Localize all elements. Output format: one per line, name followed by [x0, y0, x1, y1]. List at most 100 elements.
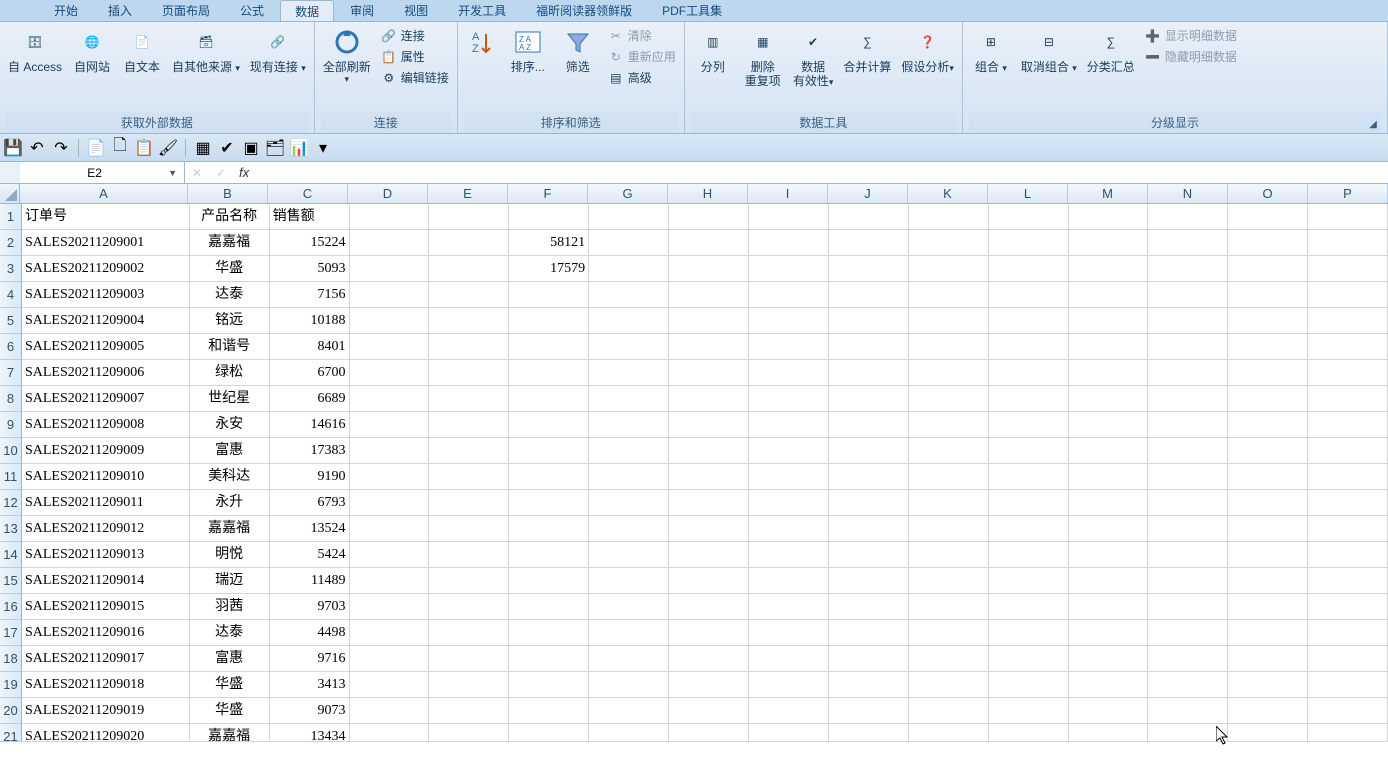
cell[interactable]: [1148, 620, 1228, 646]
cell[interactable]: [350, 282, 430, 308]
cell[interactable]: 17383: [270, 438, 350, 464]
cell[interactable]: [1069, 646, 1149, 672]
col-header-L[interactable]: L: [988, 184, 1068, 203]
cell[interactable]: [669, 542, 749, 568]
cell[interactable]: SALES20211209002: [22, 256, 190, 282]
cell[interactable]: 6689: [270, 386, 350, 412]
cell[interactable]: [429, 490, 509, 516]
cell[interactable]: [1148, 568, 1228, 594]
cell[interactable]: [749, 230, 829, 256]
cell[interactable]: [429, 256, 509, 282]
cell[interactable]: [509, 334, 589, 360]
ext-data-button-0[interactable]: 🗄自 Access: [6, 24, 64, 76]
cell[interactable]: [350, 568, 430, 594]
cell[interactable]: [1308, 230, 1388, 256]
cell[interactable]: [1228, 594, 1308, 620]
cell[interactable]: [589, 594, 669, 620]
cell[interactable]: 13524: [270, 516, 350, 542]
cell[interactable]: [669, 230, 749, 256]
edit-links-button[interactable]: ⚙编辑链接: [379, 68, 451, 87]
tab-6[interactable]: 视图: [390, 0, 442, 21]
cell[interactable]: [429, 646, 509, 672]
cell[interactable]: [669, 724, 749, 742]
cell[interactable]: [350, 490, 430, 516]
cell[interactable]: [829, 464, 909, 490]
qat5-button[interactable]: ▦: [194, 139, 212, 157]
cell[interactable]: [749, 204, 829, 230]
sort-asc-button[interactable]: AZ: [464, 24, 500, 62]
ext-data-button-2[interactable]: 📄自文本: [120, 24, 164, 76]
cell[interactable]: [1308, 568, 1388, 594]
cell[interactable]: [909, 334, 989, 360]
cell[interactable]: [1069, 698, 1149, 724]
data-tool-button-0[interactable]: ▥分列: [691, 24, 735, 76]
cell[interactable]: [1228, 386, 1308, 412]
cell[interactable]: [669, 308, 749, 334]
cell[interactable]: [1069, 256, 1149, 282]
dropdown-icon[interactable]: ▼: [165, 168, 180, 178]
cell[interactable]: [1069, 724, 1149, 742]
cell[interactable]: [909, 412, 989, 438]
row-header[interactable]: 16: [0, 594, 22, 620]
cell[interactable]: [589, 672, 669, 698]
cell[interactable]: [509, 568, 589, 594]
cell[interactable]: [749, 594, 829, 620]
refresh-all-button[interactable]: 全部刷新 ▾: [321, 24, 373, 87]
fx-icon[interactable]: fx: [233, 165, 255, 180]
cell[interactable]: [669, 464, 749, 490]
cell[interactable]: [909, 204, 989, 230]
cell[interactable]: [669, 646, 749, 672]
cell[interactable]: [1148, 672, 1228, 698]
print-preview-button[interactable]: 📄: [87, 139, 105, 157]
cell[interactable]: [350, 516, 430, 542]
cell[interactable]: [669, 438, 749, 464]
cell[interactable]: [589, 568, 669, 594]
cell[interactable]: 华盛: [190, 256, 270, 282]
cell[interactable]: [1148, 230, 1228, 256]
outline-button-0[interactable]: ⊞组合 ▾: [969, 24, 1013, 76]
cell[interactable]: [429, 308, 509, 334]
row-header[interactable]: 7: [0, 360, 22, 386]
col-header-O[interactable]: O: [1228, 184, 1308, 203]
cell[interactable]: [1308, 282, 1388, 308]
enter-icon[interactable]: ✓: [209, 166, 233, 180]
cell[interactable]: [1308, 620, 1388, 646]
cell[interactable]: [509, 516, 589, 542]
cell[interactable]: [589, 334, 669, 360]
tab-4[interactable]: 数据: [280, 0, 334, 21]
cell[interactable]: [429, 698, 509, 724]
ext-data-button-1[interactable]: 🌐自网站: [70, 24, 114, 76]
cell[interactable]: 瑞迈: [190, 568, 270, 594]
cell[interactable]: 8401: [270, 334, 350, 360]
row-header[interactable]: 2: [0, 230, 22, 256]
cell[interactable]: [749, 308, 829, 334]
cell[interactable]: 铭远: [190, 308, 270, 334]
cell[interactable]: 11489: [270, 568, 350, 594]
cell[interactable]: SALES20211209007: [22, 386, 190, 412]
cell[interactable]: [509, 438, 589, 464]
tab-9[interactable]: PDF工具集: [648, 0, 736, 21]
cell[interactable]: [509, 490, 589, 516]
cell[interactable]: [589, 230, 669, 256]
cell[interactable]: SALES20211209010: [22, 464, 190, 490]
cell[interactable]: [1228, 542, 1308, 568]
cell[interactable]: [829, 516, 909, 542]
format-painter-button[interactable]: 🖌: [159, 139, 177, 157]
cell[interactable]: [1228, 646, 1308, 672]
cell[interactable]: [1228, 516, 1308, 542]
cell[interactable]: [589, 308, 669, 334]
cell[interactable]: [829, 256, 909, 282]
cell[interactable]: [989, 360, 1069, 386]
cell[interactable]: [909, 568, 989, 594]
cell[interactable]: 永升: [190, 490, 270, 516]
row-header[interactable]: 9: [0, 412, 22, 438]
cell[interactable]: SALES20211209012: [22, 516, 190, 542]
cell[interactable]: [749, 386, 829, 412]
tab-0[interactable]: 开始: [40, 0, 92, 21]
cell[interactable]: [989, 282, 1069, 308]
cell[interactable]: SALES20211209006: [22, 360, 190, 386]
cell[interactable]: [429, 386, 509, 412]
cell[interactable]: [350, 230, 430, 256]
cell[interactable]: 17579: [509, 256, 589, 282]
cell[interactable]: [509, 698, 589, 724]
